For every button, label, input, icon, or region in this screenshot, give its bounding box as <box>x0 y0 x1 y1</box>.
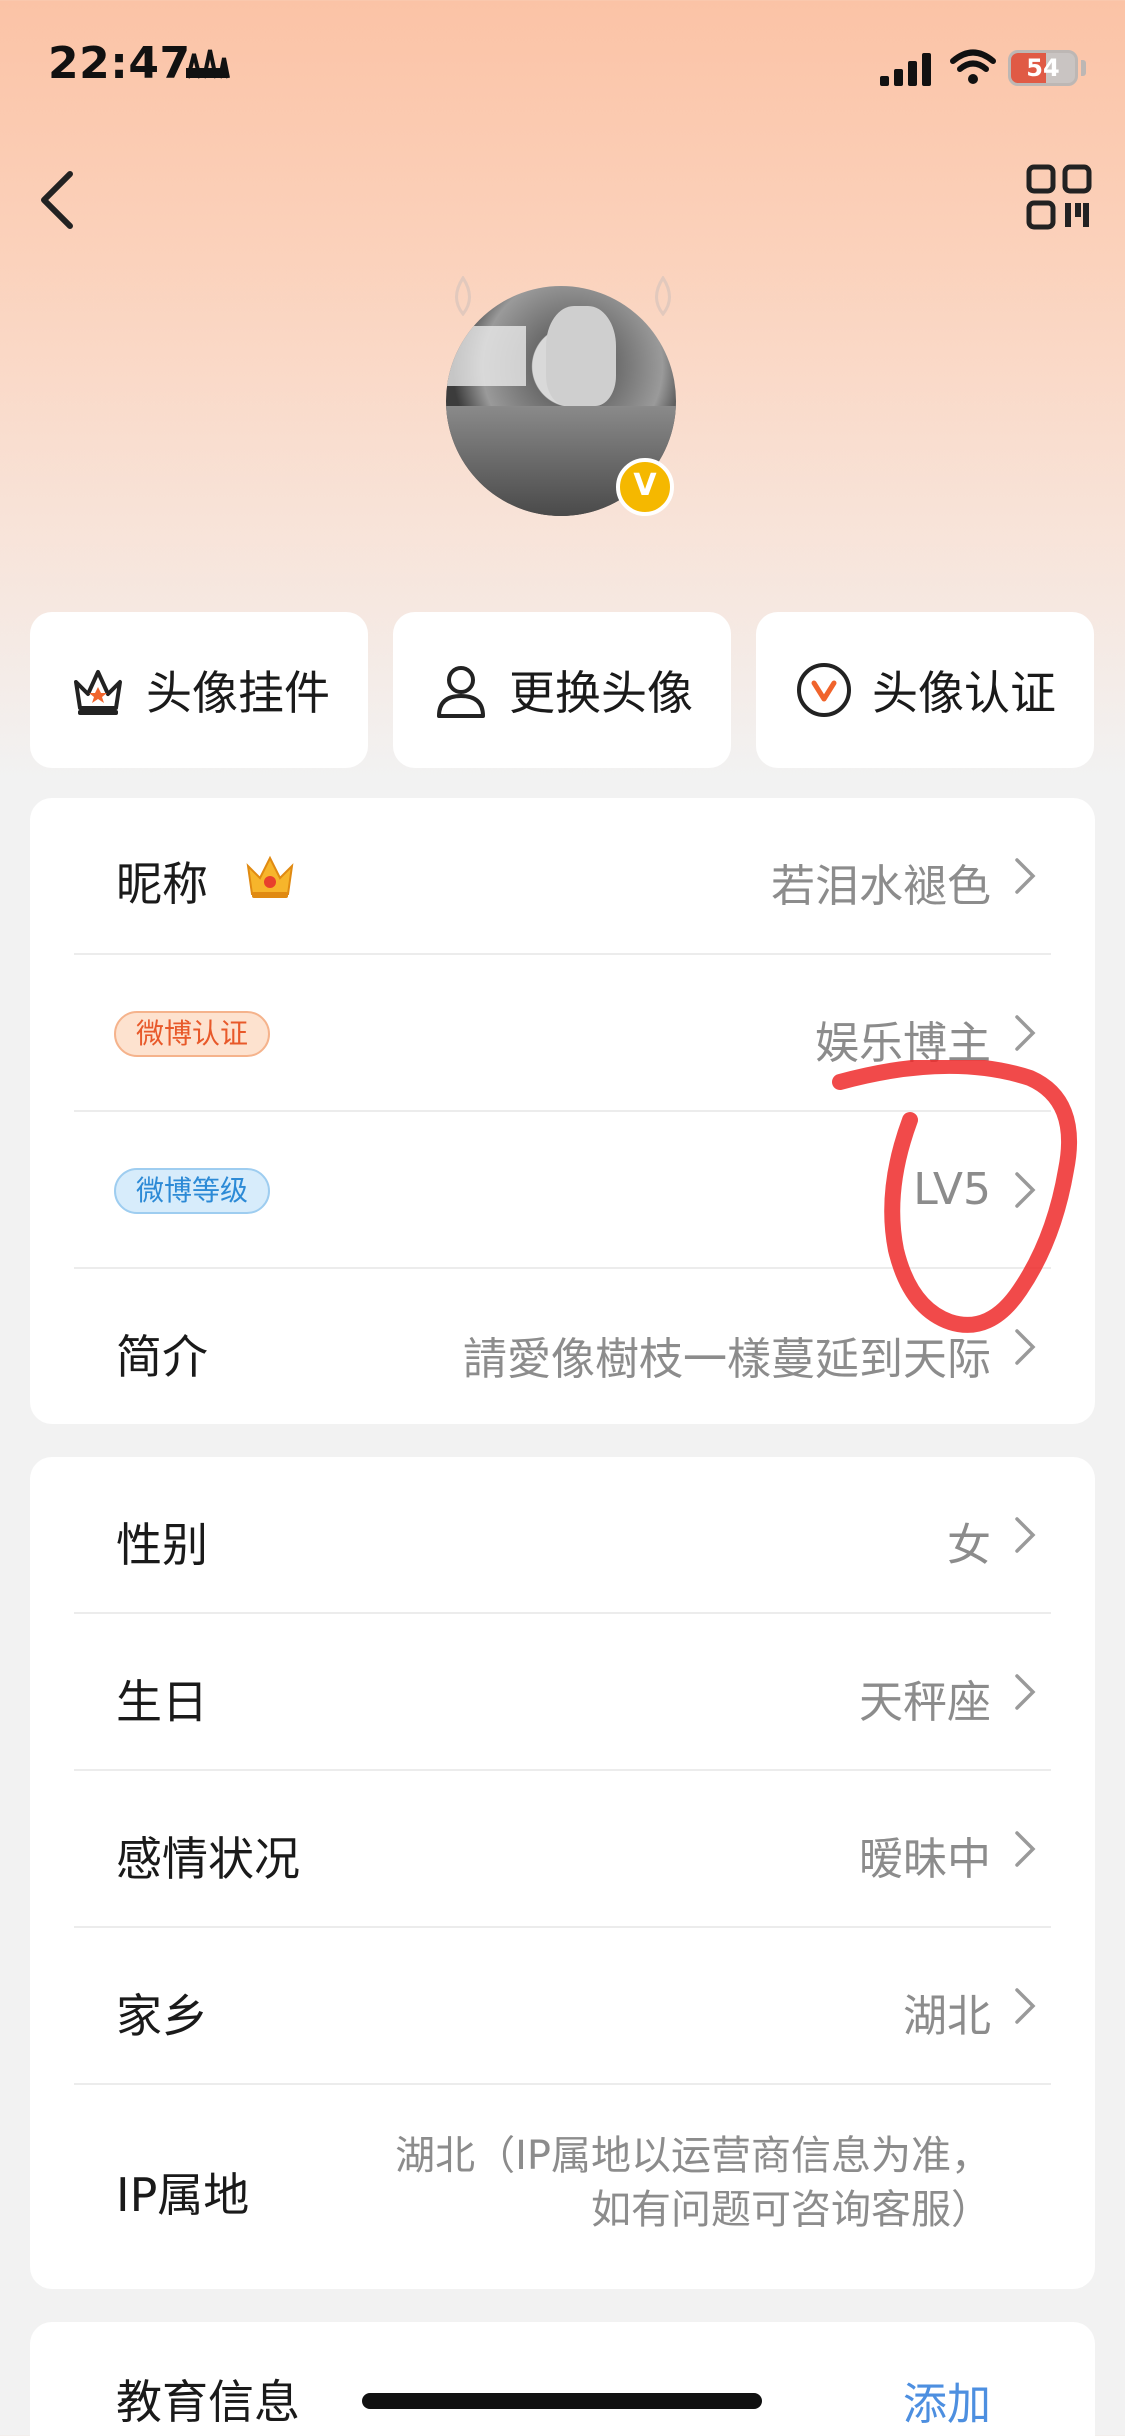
nickname-value: 若泪水褪色 <box>771 861 991 912</box>
weibo-verify-value: 娱乐博主 <box>815 1018 991 1069</box>
education-row: 教育信息 添加 <box>74 2322 1051 2436</box>
qr-code-icon[interactable] <box>1026 164 1092 230</box>
weibo-level-tag: 微博等级 <box>114 1168 271 1214</box>
ip-location-value: 湖北（IP属地以运营商信息为准， 如有问题可咨询客服） <box>395 2129 991 2237</box>
relationship-row[interactable]: 感情状况 暧昧中 <box>74 1771 1051 1928</box>
hometown-label: 家乡 <box>116 1989 208 2043</box>
status-bar: 22:47 54 <box>0 0 1125 140</box>
weibo-verify-tag: 微博认证 <box>114 1011 271 1057</box>
ip-location-value-line1: 湖北（IP属地以运营商信息为准， <box>395 2133 991 2179</box>
birthday-label: 生日 <box>116 1675 208 1729</box>
education-add-link[interactable]: 添加 <box>903 2368 991 2432</box>
status-activity-icon <box>186 49 230 79</box>
birthday-row[interactable]: 生日 天秤座 <box>74 1614 1051 1771</box>
education-card: 教育信息 添加 <box>30 2322 1095 2436</box>
chevron-right-icon <box>1015 1172 1036 1208</box>
details-card: 性别 女 生日 天秤座 感情状况 暧昧中 家乡 湖北 IP属地 湖北（IP属地以… <box>30 1457 1095 2289</box>
bio-label: 简介 <box>116 1330 208 1384</box>
gender-value: 女 <box>947 1520 991 1571</box>
ip-location-label: IP属地 <box>116 2168 250 2222</box>
avatar[interactable]: V <box>440 280 686 526</box>
pendant-icon <box>74 670 122 715</box>
education-label: 教育信息 <box>116 2375 300 2429</box>
chevron-right-icon <box>1015 1988 1036 2024</box>
ip-location-value-line2: 如有问题可咨询客服） <box>591 2187 991 2233</box>
battery-level: 54 <box>1026 54 1060 82</box>
battery-tip <box>1081 60 1086 76</box>
weibo-level-row[interactable]: 微博等级 LV5 <box>74 1112 1051 1269</box>
verify-icon <box>797 663 851 717</box>
profile-card: 昵称 若泪水褪色 微博认证 娱乐博主 微博等级 LV5 简介 請愛像樹枝一樣蔓延… <box>30 798 1095 1424</box>
avatar-verify-label: 头像认证 <box>872 666 1056 720</box>
relationship-label: 感情状况 <box>116 1832 300 1886</box>
weibo-verify-row[interactable]: 微博认证 娱乐博主 <box>74 955 1051 1112</box>
home-indicator[interactable] <box>362 2393 762 2409</box>
hometown-row[interactable]: 家乡 湖北 <box>74 1928 1051 2085</box>
cellular-signal-icon <box>880 53 931 86</box>
chevron-right-icon <box>1015 1015 1036 1051</box>
bio-row[interactable]: 简介 請愛像樹枝一樣蔓延到天际 <box>74 1269 1051 1424</box>
hometown-value: 湖北 <box>903 1991 991 2042</box>
nickname-row[interactable]: 昵称 若泪水褪色 <box>74 798 1051 955</box>
status-time: 22:47 <box>48 38 191 89</box>
avatar-verify-button[interactable]: 头像认证 <box>756 612 1094 768</box>
verified-badge-icon: V <box>616 458 674 516</box>
avatar-pendant-label: 头像挂件 <box>146 666 330 720</box>
avatar-pendant-button[interactable]: 头像挂件 <box>30 612 368 768</box>
chevron-right-icon <box>1015 1329 1036 1365</box>
relationship-value: 暧昧中 <box>859 1834 991 1885</box>
ip-location-row: IP属地 湖北（IP属地以运营商信息为准， 如有问题可咨询客服） <box>74 2085 1051 2289</box>
wifi-icon <box>950 49 996 84</box>
crown-icon <box>246 855 294 898</box>
bio-value: 請愛像樹枝一樣蔓延到天际 <box>463 1334 991 1385</box>
gender-label: 性别 <box>116 1518 208 1572</box>
gender-row[interactable]: 性别 女 <box>74 1457 1051 1614</box>
chevron-right-icon <box>1015 1831 1036 1867</box>
chevron-right-icon <box>1015 1674 1036 1710</box>
change-avatar-label: 更换头像 <box>509 666 693 720</box>
weibo-level-value: LV5 <box>913 1164 991 1215</box>
chevron-right-icon <box>1015 1517 1036 1553</box>
chevron-right-icon <box>1015 858 1036 894</box>
user-icon <box>437 666 485 718</box>
change-avatar-button[interactable]: 更换头像 <box>393 612 731 768</box>
nickname-label: 昵称 <box>116 857 208 911</box>
back-button[interactable] <box>28 160 88 240</box>
battery-indicator: 54 <box>1008 50 1078 86</box>
birthday-value: 天秤座 <box>859 1677 991 1728</box>
